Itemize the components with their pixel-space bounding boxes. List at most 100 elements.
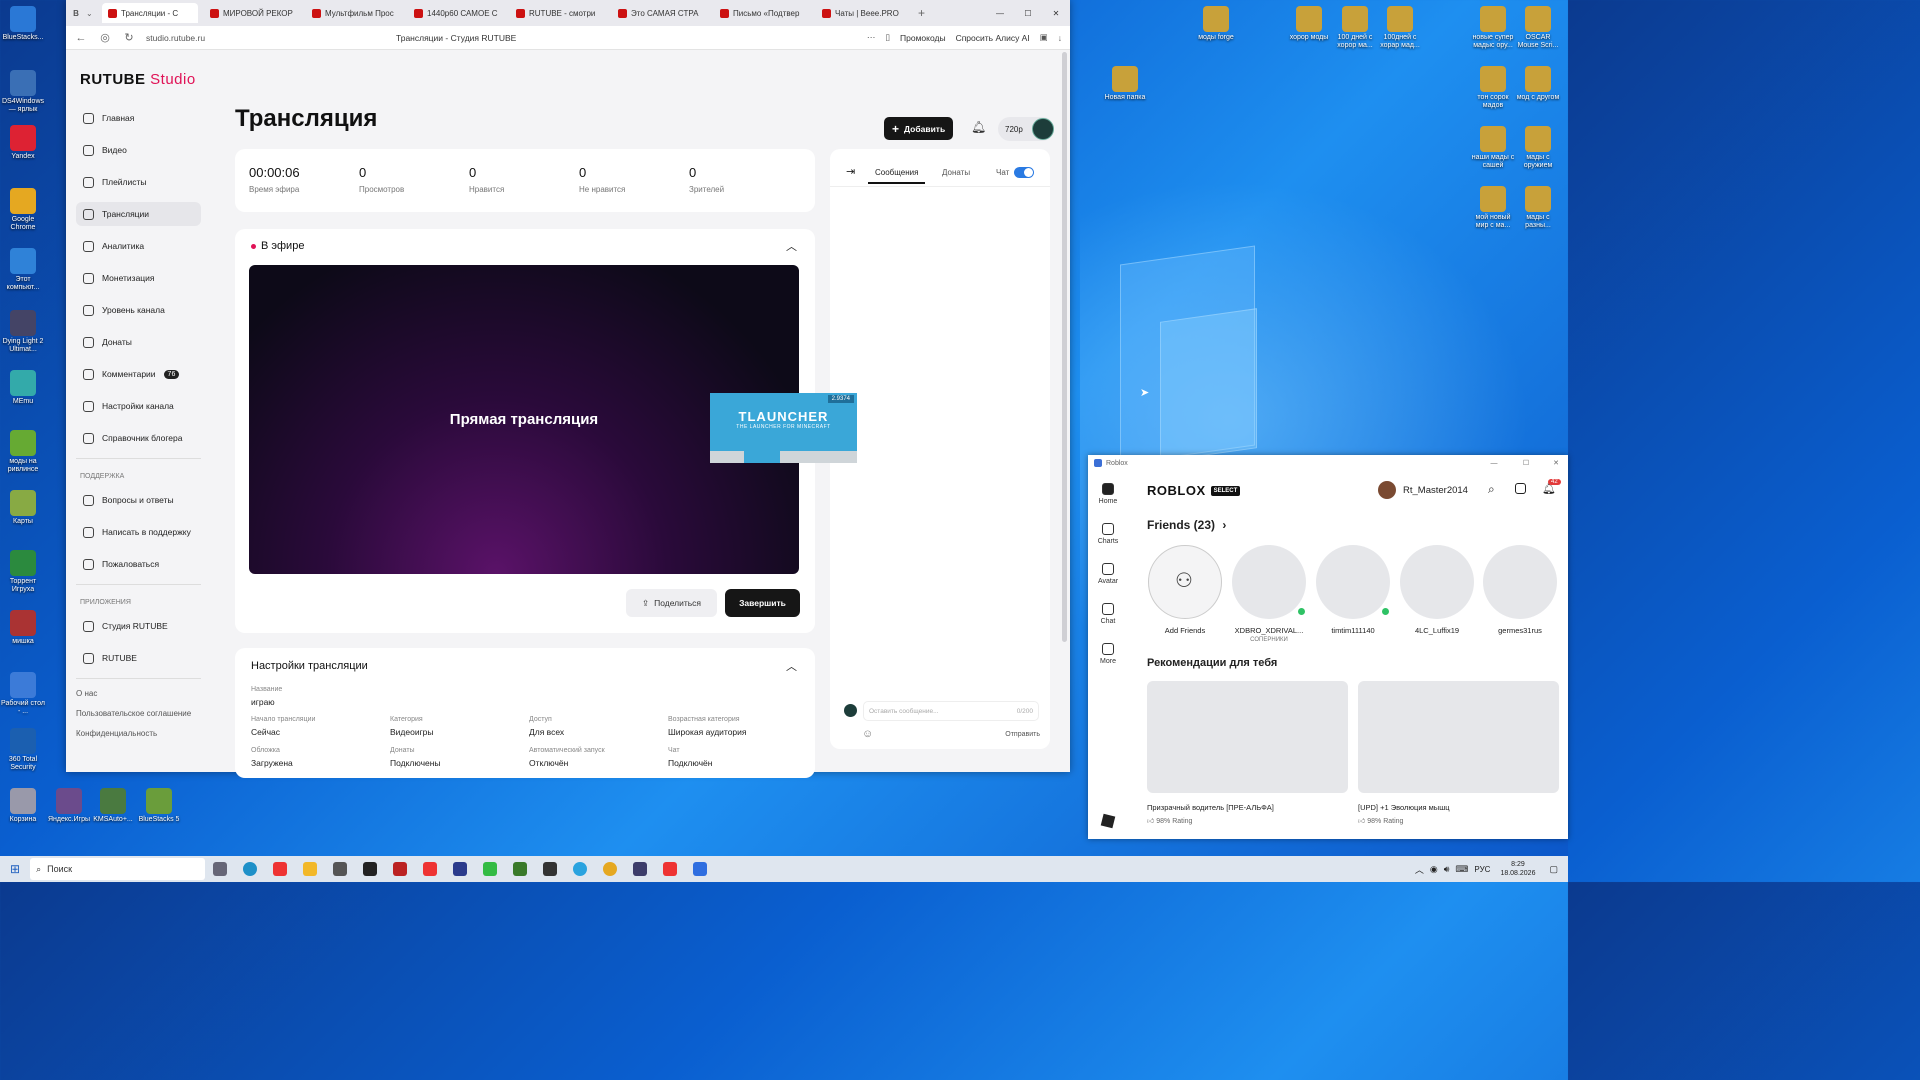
desktop-icon[interactable]: Новая папка: [1102, 66, 1148, 102]
back-icon[interactable]: ←: [74, 32, 88, 44]
network-icon[interactable]: ◉: [1430, 864, 1438, 875]
desktop-icon[interactable]: MEmu: [0, 370, 46, 406]
yandex-browser-icon[interactable]: [273, 862, 288, 876]
roblox-nav-item[interactable]: Avatar: [1088, 557, 1128, 597]
desktop-icon[interactable]: BlueStacks...: [0, 6, 46, 42]
friend-tile[interactable]: XDBRO_XDRIVAL... СОПЕРНИКИ: [1231, 545, 1307, 643]
tray-chevron-icon[interactable]: ︿: [1415, 863, 1424, 876]
user-avatar[interactable]: [1378, 481, 1396, 499]
shield-icon[interactable]: ◎: [98, 31, 112, 44]
field-name[interactable]: Название играю: [251, 686, 282, 707]
minecraft-icon[interactable]: [513, 862, 528, 876]
tab-donations[interactable]: Донаты: [942, 168, 970, 177]
friend-tile[interactable]: 4LC_Luffix19: [1399, 545, 1475, 635]
settings-field[interactable]: Донаты Подключены: [390, 747, 441, 768]
roblox-minimize-icon[interactable]: —: [1480, 460, 1508, 467]
new-tab-icon[interactable]: +: [918, 6, 925, 20]
desktop-icon[interactable]: мады с оружием: [1515, 126, 1561, 170]
taskbar-search[interactable]: ⌕ Поиск: [30, 858, 206, 880]
sidebar-item[interactable]: Комментарии 76: [76, 362, 201, 386]
keyboard-icon[interactable]: ⌨: [1455, 864, 1468, 875]
language-indicator[interactable]: РУС: [1474, 865, 1490, 874]
sidebar-item[interactable]: Трансляции: [76, 202, 201, 226]
desktop-icon[interactable]: Dying Light 2 Ultimat...: [0, 310, 46, 354]
page-scrollbar[interactable]: [1062, 52, 1067, 642]
sidebar-item[interactable]: Донаты: [76, 330, 201, 354]
settings-field[interactable]: Чат Подключён: [668, 747, 712, 768]
settings-field[interactable]: Автоматический запуск Отключён: [529, 747, 605, 768]
maximize-icon[interactable]: ☐: [1014, 9, 1042, 18]
browser-tab[interactable]: Трансляции - С: [102, 3, 198, 23]
settings-field[interactable]: Обложка Загружена: [251, 747, 293, 768]
settings-field[interactable]: Категория Видеоигры: [390, 716, 434, 737]
desktop-icon[interactable]: Яндекс.Игры: [46, 788, 92, 824]
chrome-icon[interactable]: [603, 862, 618, 876]
reload-icon[interactable]: ↻: [122, 31, 136, 44]
desktop-icon[interactable]: Карты: [0, 490, 46, 526]
explorer-icon[interactable]: [303, 862, 318, 876]
minimize-icon[interactable]: —: [986, 9, 1014, 18]
clock[interactable]: 8:29 18.08.2026: [1500, 860, 1535, 878]
browser-logo-icon[interactable]: B: [66, 9, 86, 18]
sidebar-item[interactable]: Монетизация: [76, 266, 201, 290]
add-button[interactable]: + Добавить: [884, 117, 954, 140]
roblox-nav-item[interactable]: Charts: [1088, 517, 1128, 557]
roblox-nav-item[interactable]: More: [1088, 637, 1128, 677]
sidebar-item[interactable]: Написать в поддержку: [76, 520, 201, 544]
download-icon[interactable]: ↓: [1058, 33, 1062, 43]
sidebar-item[interactable]: Плейлисты: [76, 170, 201, 194]
desktop-icon[interactable]: Торрент Игруха: [0, 550, 46, 594]
game-title[interactable]: [UPD] +1 Эволюция мышц: [1358, 803, 1450, 812]
desktop-icon[interactable]: тон сорок мадов: [1470, 66, 1516, 110]
browser-tab[interactable]: 1440p60 САМОЕ С: [408, 3, 504, 23]
desktop-icon[interactable]: 100 дней с хорор ма...: [1332, 6, 1378, 50]
task-view-icon[interactable]: [213, 862, 228, 876]
bell-icon[interactable]: 🔔︎: [971, 120, 986, 134]
app-icon[interactable]: [393, 862, 408, 876]
collapse-chevron-icon[interactable]: ︿: [786, 238, 797, 254]
desktop-icon[interactable]: BlueStacks 5: [136, 788, 182, 824]
toggle-switch[interactable]: [1014, 167, 1035, 178]
game-thumbnail[interactable]: [1147, 681, 1348, 793]
sidebar-item[interactable]: Аналитика: [76, 234, 201, 258]
desktop-icon[interactable]: новые супер мадыс ору...: [1470, 6, 1516, 50]
desktop-icon[interactable]: наши мады с сашей: [1470, 126, 1516, 170]
settings-field[interactable]: Доступ Для всех: [529, 716, 564, 737]
roblox-maximize-icon[interactable]: ☐: [1512, 459, 1540, 467]
desktop-icon[interactable]: Рабочий стол - ...: [0, 672, 46, 716]
chat-input[interactable]: Оставить сообщение... 0/200: [863, 701, 1039, 721]
edge-icon[interactable]: [243, 862, 258, 876]
desktop-icon[interactable]: Корзина: [0, 788, 46, 824]
close-icon[interactable]: ✕: [1042, 9, 1070, 18]
add-friends-button[interactable]: ⚇ Add Friends: [1147, 545, 1223, 635]
sidebar-item[interactable]: Видео: [76, 138, 201, 162]
tab-messages[interactable]: Сообщения: [868, 159, 926, 184]
desktop-icon[interactable]: мой новый мир с ма...: [1470, 186, 1516, 230]
username[interactable]: Rt_Master2014: [1403, 485, 1468, 496]
sidebar-item[interactable]: Уровень канала: [76, 298, 201, 322]
desktop-icon[interactable]: OSCAR Mouse Scri...: [1515, 6, 1561, 50]
browser-tab[interactable]: Чаты | Beee.PRO: [816, 3, 912, 23]
browser-tab[interactable]: Это САМАЯ СТРА: [612, 3, 708, 23]
game-icon[interactable]: [483, 862, 498, 876]
roblox-close-icon[interactable]: ✕: [1544, 459, 1568, 467]
robux-icon[interactable]: [1515, 483, 1526, 494]
quality-avatar-chip[interactable]: 720p: [998, 117, 1054, 141]
sidebar-item[interactable]: Пожаловаться: [76, 552, 201, 576]
game-title[interactable]: Призрачный водитель [ПРЕ-АЛЬФА]: [1147, 803, 1274, 812]
roblox-nav-item[interactable]: Home: [1088, 477, 1128, 517]
terminal-icon[interactable]: [543, 862, 558, 876]
desktop-icon[interactable]: моды на ривлинсе: [0, 430, 46, 474]
roblox-studio-icon[interactable]: [693, 862, 708, 876]
roblox-taskbar-icon[interactable]: [363, 862, 378, 876]
collapse-chat-icon[interactable]: ⇥: [846, 165, 855, 178]
desktop-icon[interactable]: мод с другом: [1515, 66, 1561, 102]
telegram-icon[interactable]: [573, 862, 588, 876]
settings-chevron-icon[interactable]: ︿: [786, 658, 797, 674]
desktop-icon[interactable]: Google Chrome: [0, 188, 46, 232]
desktop-icon[interactable]: Этот компьют...: [0, 248, 46, 292]
browser-tab[interactable]: RUTUBE - смотри: [510, 3, 606, 23]
sidebar-item[interactable]: Настройки канала: [76, 394, 201, 418]
desktop-icon[interactable]: KMSAuto+...: [90, 788, 136, 824]
yandex-browser-2-icon[interactable]: [663, 862, 678, 876]
